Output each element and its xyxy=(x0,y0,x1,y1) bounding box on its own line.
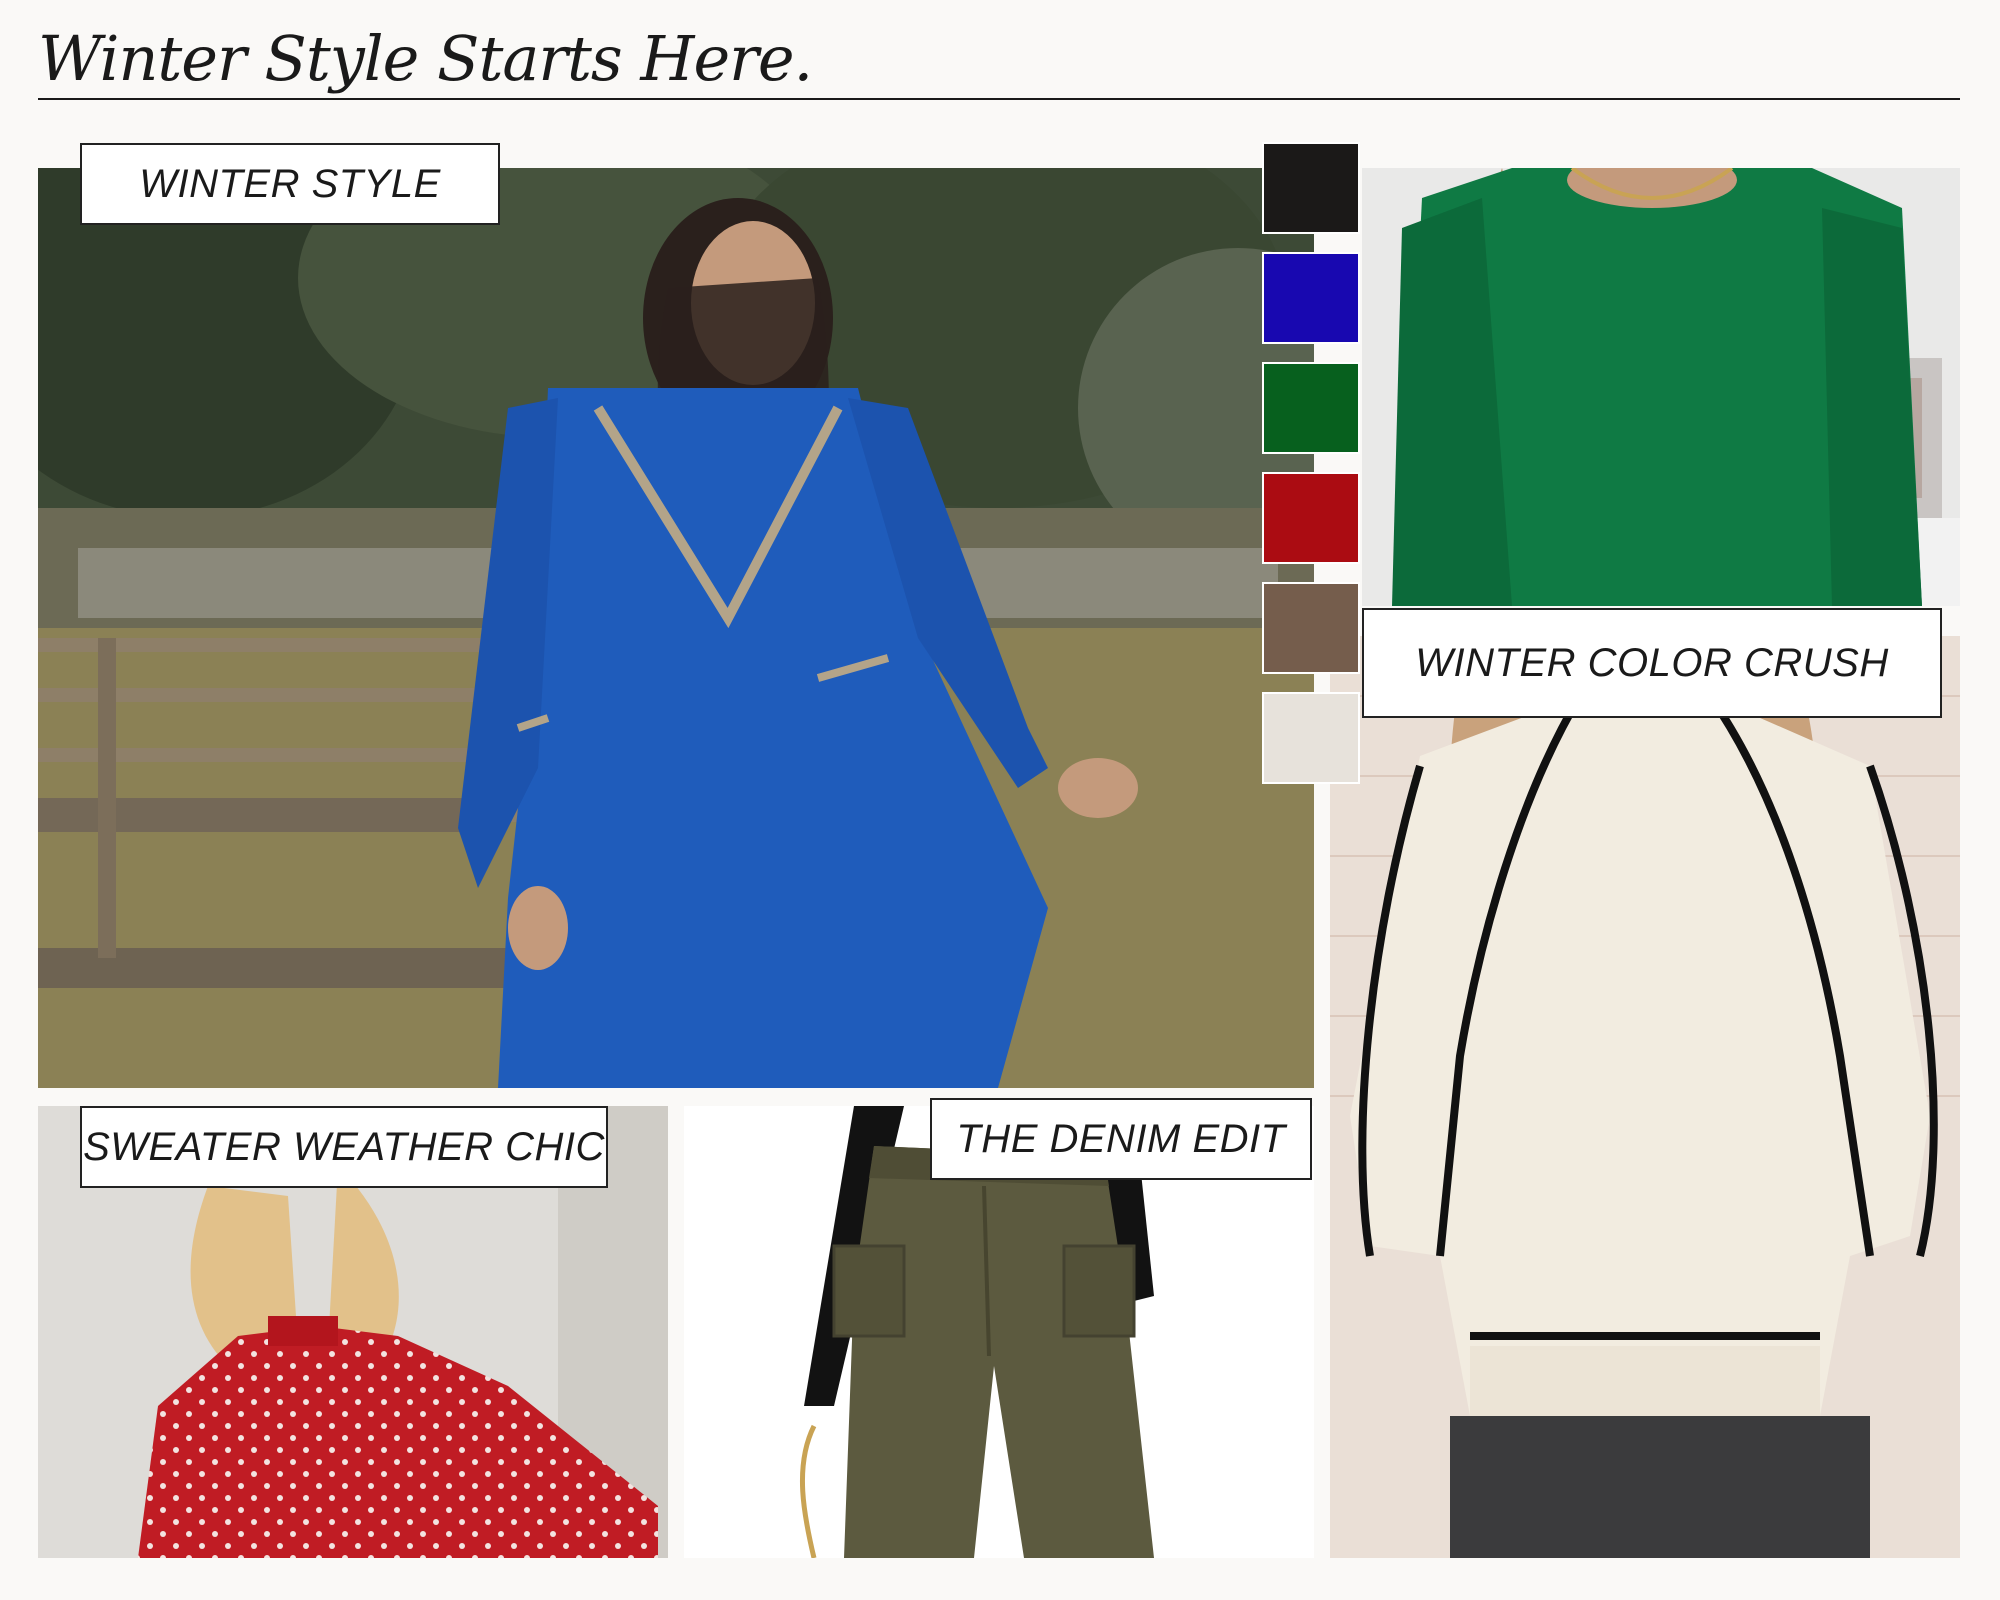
the-denim-edit-label: THE DENIM EDIT xyxy=(930,1098,1312,1180)
swatch-royal-blue xyxy=(1262,252,1360,344)
title-underline xyxy=(38,98,1960,100)
swatch-black xyxy=(1262,142,1360,234)
sweater-weather-chic-label: SWEATER WEATHER CHIC xyxy=(80,1106,608,1188)
winter-style-label: WINTER STYLE xyxy=(80,143,500,225)
swatch-red xyxy=(1262,472,1360,564)
swatch-brown xyxy=(1262,582,1360,674)
blue-dress-photo xyxy=(38,168,1314,1088)
winter-color-crush-label: WINTER COLOR CRUSH xyxy=(1362,608,1942,718)
swatch-green xyxy=(1262,362,1360,454)
swatch-cream xyxy=(1262,692,1360,784)
page-title: Winter Style Starts Here. xyxy=(38,22,813,95)
cream-turtleneck-photo xyxy=(1330,636,1960,1558)
green-sweater-photo xyxy=(1362,168,1960,606)
